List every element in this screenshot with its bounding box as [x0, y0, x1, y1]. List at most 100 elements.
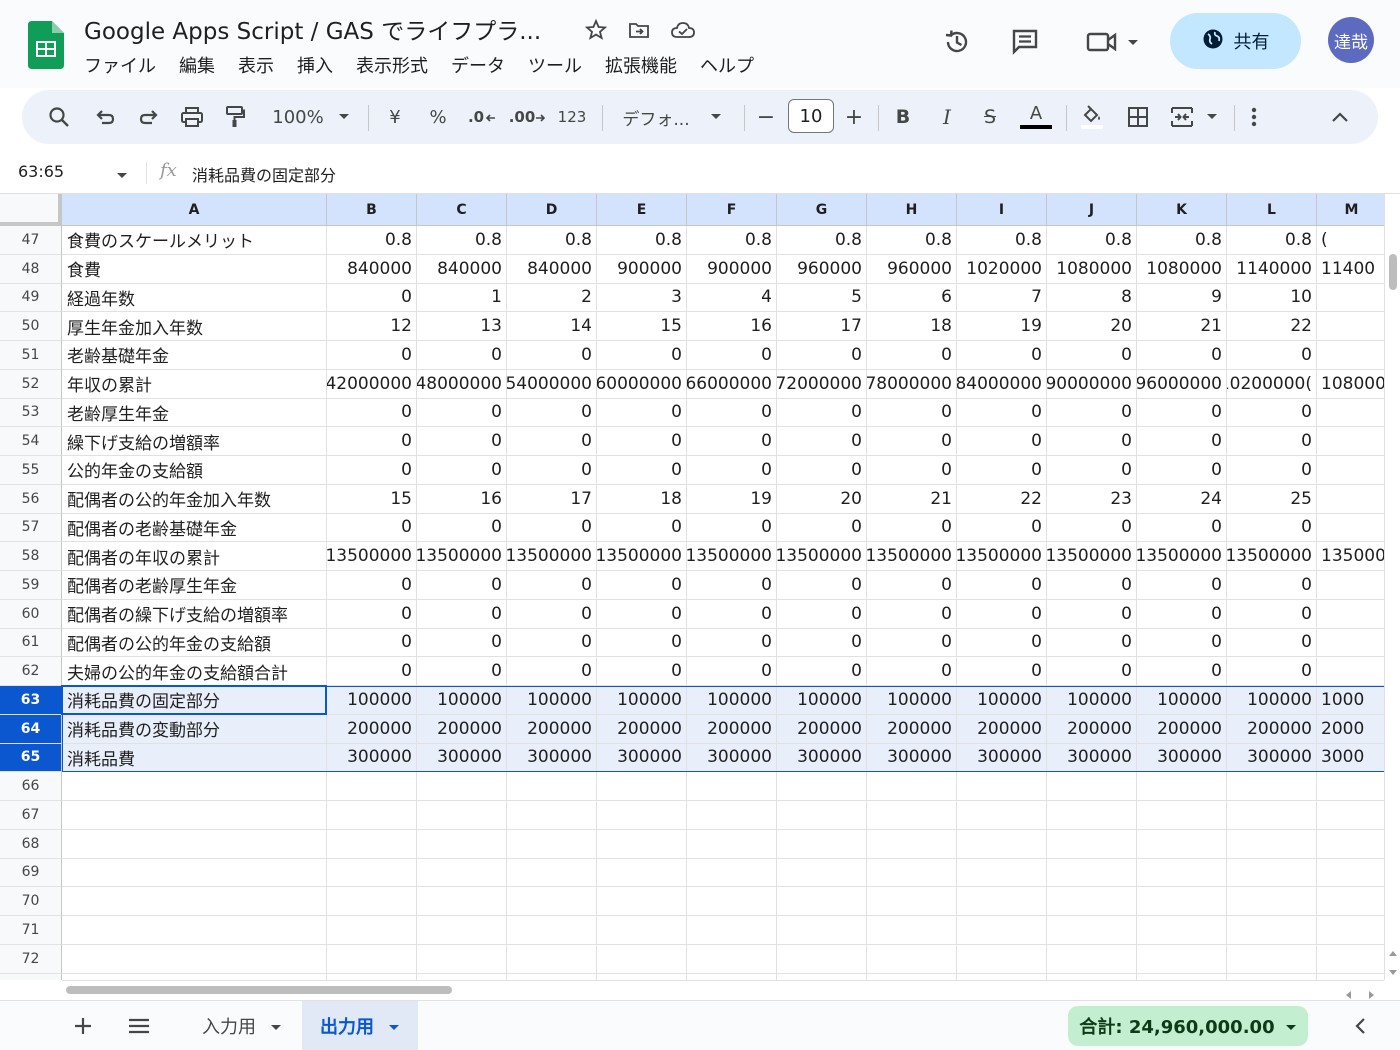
- row-header-57[interactable]: 57: [0, 513, 62, 543]
- cell-j66[interactable]: [1047, 772, 1137, 801]
- cell-d59[interactable]: 0: [507, 571, 597, 600]
- menu-insert[interactable]: 挿入: [297, 52, 344, 78]
- cell-c68[interactable]: [417, 829, 507, 859]
- cell-i58[interactable]: 13500000: [957, 542, 1047, 571]
- cell-a64[interactable]: 消耗品費の変動部分: [62, 714, 327, 744]
- cell-c47[interactable]: 0.8: [417, 226, 507, 255]
- cell-a57[interactable]: 配偶者の老齢基礎年金: [62, 513, 327, 543]
- cell-a68[interactable]: [62, 829, 327, 859]
- row-header-66[interactable]: 66: [0, 772, 62, 801]
- cell-i71[interactable]: [957, 916, 1047, 945]
- cell-k53[interactable]: 0: [1137, 398, 1227, 428]
- cell-f65[interactable]: 300000: [687, 743, 777, 773]
- all-sheets-icon[interactable]: [127, 1015, 151, 1041]
- cell-i62[interactable]: 0: [957, 657, 1047, 686]
- meet-video-icon[interactable]: [1080, 22, 1144, 62]
- sheet-menu-dropdown-icon[interactable]: [270, 1016, 282, 1037]
- cell-f51[interactable]: 0: [687, 341, 777, 370]
- row-header-60[interactable]: 60: [0, 599, 62, 629]
- cell-g64[interactable]: 200000: [777, 714, 867, 744]
- cell-e66[interactable]: [597, 772, 687, 801]
- side-panel-toggle-icon[interactable]: [1354, 1017, 1366, 1039]
- cell-g53[interactable]: 0: [777, 398, 867, 428]
- cell-m65[interactable]: 3000: [1317, 743, 1384, 773]
- cell-i66[interactable]: [957, 772, 1047, 801]
- cell-j68[interactable]: [1047, 829, 1137, 859]
- cell-l70[interactable]: [1227, 887, 1317, 916]
- row-header-69[interactable]: 69: [0, 858, 62, 888]
- cell-l51[interactable]: 0: [1227, 341, 1317, 370]
- cell-m59[interactable]: [1317, 571, 1384, 600]
- cell-b51[interactable]: 0: [327, 341, 417, 370]
- cell-l72[interactable]: [1227, 944, 1317, 974]
- cell-d69[interactable]: [507, 858, 597, 888]
- cell-a50[interactable]: 厚生年金加入年数: [62, 312, 327, 341]
- cell-f64[interactable]: 200000: [687, 714, 777, 744]
- cell-d54[interactable]: 0: [507, 427, 597, 456]
- cell-c71[interactable]: [417, 916, 507, 945]
- cell-a55[interactable]: 公的年金の支給額: [62, 456, 327, 485]
- cell-k58[interactable]: 13500000: [1137, 542, 1227, 571]
- cell-j53[interactable]: 0: [1047, 398, 1137, 428]
- cell-m48[interactable]: 11400: [1317, 255, 1384, 284]
- cell-g54[interactable]: 0: [777, 427, 867, 456]
- cell-d60[interactable]: 0: [507, 599, 597, 629]
- cell-a66[interactable]: [62, 772, 327, 801]
- cell-g71[interactable]: [777, 916, 867, 945]
- font-select[interactable]: デフォ...: [618, 101, 694, 133]
- cell-a65[interactable]: 消耗品費: [62, 743, 327, 773]
- cell-f63[interactable]: 100000: [687, 686, 777, 715]
- cell-h52[interactable]: 78000000: [867, 369, 957, 399]
- cell-l54[interactable]: 0: [1227, 427, 1317, 456]
- cell-k61[interactable]: 0: [1137, 628, 1227, 658]
- cell-f48[interactable]: 900000: [687, 254, 777, 284]
- cell-e70[interactable]: [597, 887, 687, 916]
- cell-g48[interactable]: 960000: [777, 254, 867, 284]
- cell-m70[interactable]: [1317, 887, 1384, 916]
- cell-j63[interactable]: 100000: [1047, 686, 1137, 715]
- name-box-dropdown-icon[interactable]: [116, 165, 128, 184]
- cell-f50[interactable]: 16: [687, 312, 777, 341]
- avatar[interactable]: 達哉: [1328, 17, 1374, 63]
- cell-i53[interactable]: 0: [957, 398, 1047, 428]
- cell-l50[interactable]: 22: [1227, 312, 1317, 341]
- row-header-52[interactable]: 52: [0, 369, 62, 399]
- cell-m60[interactable]: [1317, 600, 1384, 629]
- row-header-64[interactable]: 64: [0, 714, 62, 744]
- cell-m67[interactable]: [1317, 801, 1384, 830]
- cell-h69[interactable]: [867, 858, 957, 888]
- cell-m49[interactable]: [1317, 284, 1384, 313]
- cell-m50[interactable]: [1317, 312, 1384, 341]
- row-header-55[interactable]: 55: [0, 456, 62, 485]
- cell-a58[interactable]: 配偶者の年収の累計: [62, 542, 327, 571]
- cell-i49[interactable]: 7: [957, 283, 1047, 313]
- undo-icon[interactable]: [90, 101, 120, 133]
- cell-b47[interactable]: 0.8: [327, 226, 417, 255]
- cell-g66[interactable]: [777, 772, 867, 801]
- cell-l69[interactable]: [1227, 858, 1317, 888]
- cell-m47[interactable]: (: [1317, 226, 1384, 255]
- cell-g67[interactable]: [777, 801, 867, 830]
- cell-j57[interactable]: 0: [1047, 513, 1137, 543]
- cell-m64[interactable]: 2000: [1317, 714, 1384, 744]
- cell-l60[interactable]: 0: [1227, 599, 1317, 629]
- cell-a69[interactable]: [62, 858, 327, 888]
- menu-help[interactable]: ヘルプ: [700, 52, 765, 78]
- cell-d64[interactable]: 200000: [507, 714, 597, 744]
- cell-d71[interactable]: [507, 916, 597, 945]
- cell-a54[interactable]: 繰下げ支給の増額率: [62, 427, 327, 456]
- cloud-saved-icon[interactable]: [669, 16, 697, 44]
- zoom-select[interactable]: 100%: [268, 101, 328, 133]
- cell-a67[interactable]: [62, 801, 327, 830]
- cell-c64[interactable]: 200000: [417, 714, 507, 744]
- horizontal-scroll-thumb[interactable]: [66, 986, 452, 994]
- cell-c56[interactable]: 16: [417, 484, 507, 514]
- cell-f69[interactable]: [687, 858, 777, 888]
- cell-i48[interactable]: 1020000: [957, 254, 1047, 284]
- collapse-toolbar-icon[interactable]: [1326, 101, 1354, 133]
- cell-k66[interactable]: [1137, 772, 1227, 801]
- cell-b52[interactable]: 42000000: [327, 369, 417, 399]
- cell-a63[interactable]: 消耗品費の固定部分: [62, 686, 327, 715]
- strikethrough-button[interactable]: S: [977, 101, 1003, 133]
- cell-h56[interactable]: 21: [867, 484, 957, 514]
